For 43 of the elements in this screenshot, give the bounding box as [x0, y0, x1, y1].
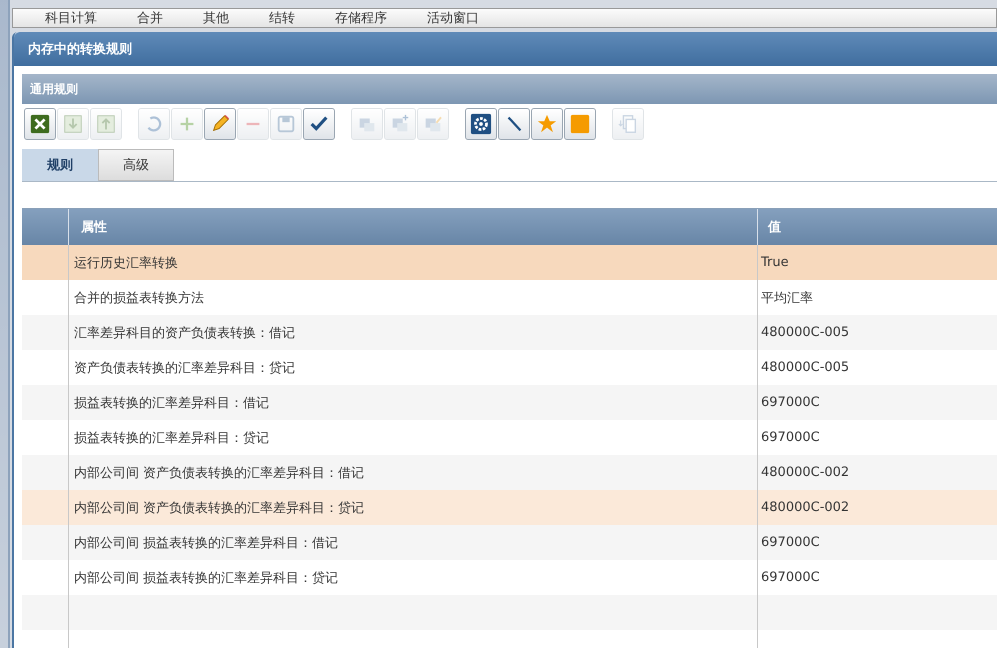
table-cell-text: 损益表转换的汇率差异科目：贷记 [74, 430, 269, 446]
table-row[interactable]: 汇率差异科目的资产负债表转换：借记 480000C-005 [22, 315, 997, 350]
table-cell-text: 内部公司间 资产负债表转换的汇率差异科目：借记 [74, 464, 364, 482]
table-row[interactable]: 内部公司间 损益表转换的汇率差异科目：借记 697000C [22, 525, 997, 560]
table-row[interactable]: 损益表转换的汇率差异科目：借记 697000C [22, 385, 997, 420]
table-row[interactable]: 内部公司间 资产负债表转换的汇率差异科目：贷记 480000C-002 [22, 490, 997, 525]
table-cell: 480000C-002 [761, 500, 850, 515]
menu-item[interactable]: 其他 [203, 9, 229, 27]
window-title: 内存中的转换规则 [28, 41, 132, 58]
table-cell-text: 内部公司间 资产负债表转换的汇率差异科目：贷记 [74, 500, 364, 516]
table-cell-text: 内部公司间 损益表转换的汇率差异科目：借记 [74, 534, 338, 552]
table-cell-text: 汇率差异科目的资产负债表转换：借记 [74, 324, 295, 342]
table-cell: True [761, 255, 789, 270]
table-cell: 697000C [761, 535, 820, 550]
table-cell-text: 合并的损益表转换方法 [74, 290, 204, 306]
tab[interactable]: 规则 [22, 149, 98, 181]
column-header: 属性 [81, 219, 107, 236]
menu-item[interactable]: 科目计算 [45, 9, 97, 27]
table-cell-text: 运行历史汇率转换 [74, 254, 178, 272]
table-cell-text: 损益表转换的汇率差异科目：借记 [74, 394, 269, 412]
pencil-icon[interactable] [204, 108, 236, 140]
table-cell: 697000C [761, 570, 820, 585]
tab[interactable]: 高级 [98, 149, 174, 181]
table-cell-text: 资产负债表转换的汇率差异科目：贷记 [74, 360, 295, 376]
table-cell: 480000C-005 [761, 325, 850, 340]
settings-icon[interactable] [465, 108, 497, 140]
menu-item[interactable]: 活动窗口 [427, 9, 479, 27]
panel-title: 通用规则 [30, 80, 78, 98]
table-cell-text: 平均汇率 [761, 290, 813, 306]
menu-item[interactable]: 存储程序 [335, 9, 387, 27]
table-cell: 480000C-005 [761, 360, 850, 375]
column-header: 值 [768, 219, 781, 236]
spreadsheet-icon[interactable] [24, 108, 56, 140]
menu-item[interactable]: 合并 [137, 9, 163, 27]
table-cell: 697000C [761, 395, 820, 410]
square-icon[interactable] [564, 108, 596, 140]
table-cell: 480000C-002 [761, 465, 850, 480]
table-row[interactable]: 内部公司间 资产负债表转换的汇率差异科目：借记 480000C-002 [22, 455, 997, 490]
table-cell-text: 内部公司间 损益表转换的汇率差异科目：贷记 [74, 570, 338, 586]
table-row[interactable]: 运行历史汇率转换 True [22, 245, 997, 280]
checkmark-icon[interactable] [303, 108, 335, 140]
table-cell: 697000C [761, 430, 820, 445]
menu-item[interactable]: 结转 [269, 9, 295, 27]
